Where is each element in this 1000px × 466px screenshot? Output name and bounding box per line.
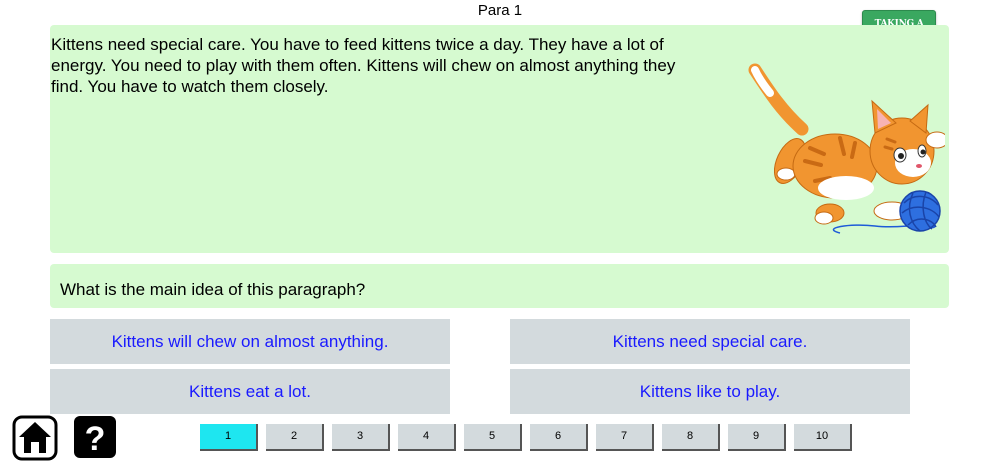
passage-text: Kittens need special care. You have to f… [51,35,676,96]
page-button-7[interactable]: 7 [596,424,654,451]
answer-option-2[interactable]: Kittens need special care. [510,319,910,364]
home-icon [12,415,58,461]
question-text: What is the main idea of this paragraph? [60,280,366,299]
page-button-4[interactable]: 4 [398,424,456,451]
page-button-1[interactable]: 1 [200,424,258,451]
question-mark-icon: ? [74,416,116,458]
page-button-6[interactable]: 6 [530,424,588,451]
answer-option-1[interactable]: Kittens will chew on almost anything. [50,319,450,364]
kitten-illustration [748,63,945,234]
page-button-9[interactable]: 9 [728,424,786,451]
answer-option-4[interactable]: Kittens like to play. [510,369,910,414]
page-title: Para 1 [477,2,523,19]
svg-text:?: ? [85,420,106,458]
page-button-5[interactable]: 5 [464,424,522,451]
page-button-10[interactable]: 10 [794,424,852,451]
home-button[interactable] [12,415,58,461]
page-button-8[interactable]: 8 [662,424,720,451]
page-button-3[interactable]: 3 [332,424,390,451]
answer-option-3[interactable]: Kittens eat a lot. [50,369,450,414]
question-panel: What is the main idea of this paragraph? [50,264,949,308]
passage-panel: Kittens need special care. You have to f… [50,25,949,253]
page-button-2[interactable]: 2 [266,424,324,451]
help-button[interactable]: ? [73,415,117,459]
